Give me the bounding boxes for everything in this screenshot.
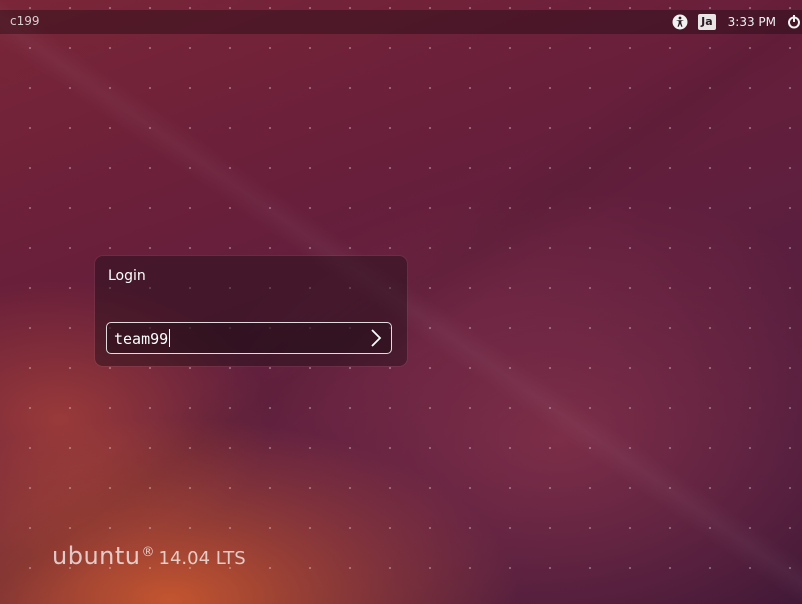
login-title: Login — [108, 268, 146, 284]
username-value[interactable]: team99 — [114, 329, 171, 348]
username-input[interactable]: team99 — [106, 322, 392, 354]
hostname-label: c199 — [10, 14, 40, 28]
brand-name: ubuntu — [52, 542, 141, 570]
brand-version: 14.04 LTS — [158, 548, 246, 569]
login-screen: c199 Ja 3:33 PM Login team99 ubuntu ® 14… — [0, 0, 802, 604]
brand-registered-mark: ® — [141, 545, 155, 560]
top-panel: c199 Ja 3:33 PM — [0, 10, 802, 34]
keyboard-layout-indicator[interactable]: Ja — [698, 14, 716, 30]
clock-label[interactable]: 3:33 PM — [728, 15, 776, 29]
power-icon[interactable] — [786, 14, 802, 30]
text-caret — [169, 329, 171, 347]
chevron-right-icon[interactable] — [369, 328, 383, 348]
accessibility-icon[interactable] — [672, 14, 688, 30]
ubuntu-branding: ubuntu ® 14.04 LTS — [52, 542, 246, 570]
login-dialog: Login team99 — [95, 256, 407, 366]
panel-indicators: Ja 3:33 PM — [672, 10, 802, 34]
